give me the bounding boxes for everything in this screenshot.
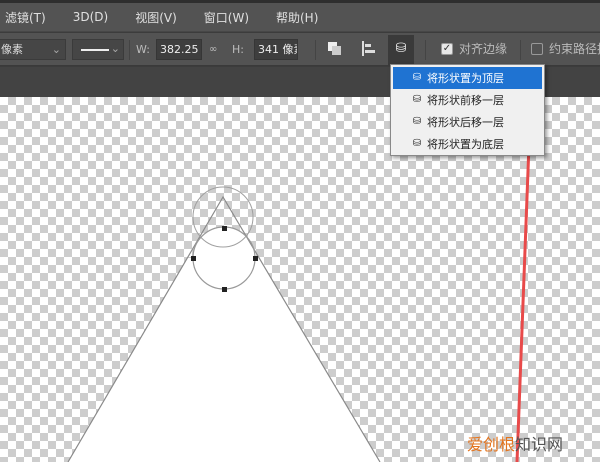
anchor-point[interactable] xyxy=(253,256,258,261)
send-to-back-icon: ⛁ xyxy=(412,138,422,149)
menu-item-send-backward[interactable]: ⛁ 将形状后移一层 xyxy=(393,111,542,133)
arrange-dropdown-menu: ⛁ 将形状置为顶层 ⛁ 将形状前移一层 ⛁ 将形状后移一层 ⛁ 将形状置为底层 xyxy=(390,64,545,156)
menu-item-label: 将形状前移一层 xyxy=(427,94,504,107)
menu-item-send-to-back[interactable]: ⛁ 将形状置为底层 xyxy=(393,133,542,155)
bring-forward-icon: ⛁ xyxy=(412,94,422,105)
menu-item-label: 将形状置为底层 xyxy=(427,138,504,151)
anchor-point[interactable] xyxy=(222,287,227,292)
watermark-part2: 知识网 xyxy=(515,435,564,454)
anchor-point[interactable] xyxy=(191,256,196,261)
menu-item-label: 将形状后移一层 xyxy=(427,116,504,129)
watermark-part1: 爱创根 xyxy=(467,435,516,454)
watermark: 爱创根知识网 xyxy=(467,431,563,455)
menu-item-bring-to-front[interactable]: ⛁ 将形状置为顶层 xyxy=(393,67,542,89)
menu-item-label: 将形状置为顶层 xyxy=(427,72,504,85)
red-arrow-shaft xyxy=(515,117,532,462)
anchor-point[interactable] xyxy=(222,226,227,231)
triangle-fill xyxy=(68,227,380,462)
bring-to-front-icon: ⛁ xyxy=(412,72,422,83)
send-backward-icon: ⛁ xyxy=(412,116,422,127)
menu-item-bring-forward[interactable]: ⛁ 将形状前移一层 xyxy=(393,89,542,111)
